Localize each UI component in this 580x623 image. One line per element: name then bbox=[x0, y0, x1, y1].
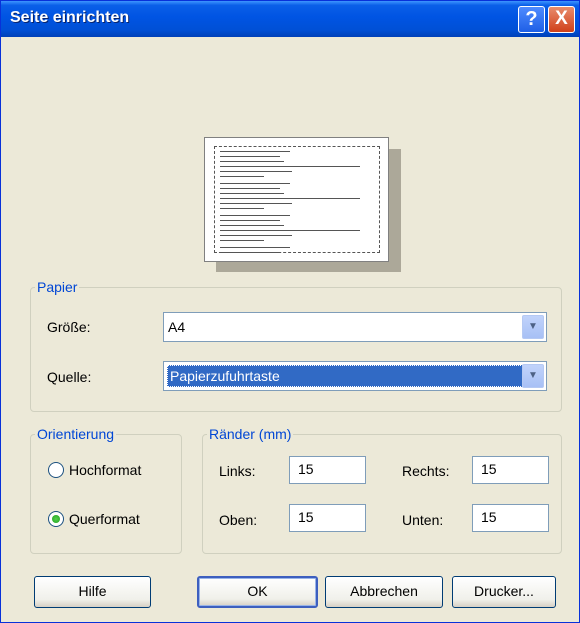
rechts-label: Rechts: bbox=[402, 463, 450, 479]
help-icon: ? bbox=[525, 8, 538, 30]
close-icon: X bbox=[555, 8, 568, 29]
links-label: Links: bbox=[219, 463, 256, 479]
unten-input[interactable]: 15 bbox=[472, 504, 549, 532]
links-input[interactable]: 15 bbox=[289, 456, 366, 484]
oben-label: Oben: bbox=[219, 512, 258, 528]
chevron-down-icon[interactable]: ▼ bbox=[522, 364, 544, 388]
page-preview-margin bbox=[214, 146, 380, 253]
help-button[interactable]: ? bbox=[518, 6, 545, 33]
window-title: Seite einrichten bbox=[10, 9, 130, 26]
oben-input[interactable]: 15 bbox=[289, 504, 366, 532]
papier-group: Papier bbox=[30, 279, 562, 412]
groesse-select[interactable]: A4 ▼ bbox=[163, 312, 547, 342]
quelle-label: Quelle: bbox=[47, 369, 92, 385]
page-setup-dialog: Seite einrichten ? X Papier Größe: A4 ▼ … bbox=[0, 0, 580, 623]
orientierung-legend: Orientierung bbox=[37, 426, 115, 442]
quelle-value: Papierzufuhrtaste bbox=[167, 365, 543, 387]
page-preview bbox=[1, 37, 579, 272]
abbrechen-button[interactable]: Abbrechen bbox=[325, 576, 443, 608]
raender-legend: Ränder (mm) bbox=[209, 426, 292, 442]
drucker-button[interactable]: Drucker... bbox=[452, 576, 556, 608]
chevron-down-icon[interactable]: ▼ bbox=[522, 315, 544, 339]
rechts-input[interactable]: 15 bbox=[472, 456, 549, 484]
quelle-select[interactable]: Papierzufuhrtaste ▼ bbox=[163, 361, 547, 391]
groesse-label: Größe: bbox=[47, 319, 91, 335]
querformat-label: Querformat bbox=[69, 511, 140, 527]
page-preview-sheet bbox=[204, 137, 389, 262]
raender-group: Ränder (mm) bbox=[202, 426, 562, 554]
hilfe-button[interactable]: Hilfe bbox=[34, 576, 151, 608]
papier-legend: Papier bbox=[37, 279, 78, 295]
hochformat-radio[interactable] bbox=[48, 462, 64, 478]
hochformat-radio-row[interactable]: Hochformat bbox=[48, 462, 141, 478]
querformat-radio[interactable] bbox=[48, 511, 64, 527]
title-bar[interactable]: Seite einrichten ? X bbox=[1, 1, 579, 37]
unten-label: Unten: bbox=[402, 512, 444, 528]
querformat-radio-row[interactable]: Querformat bbox=[48, 511, 140, 527]
orientierung-group: Orientierung bbox=[30, 426, 182, 554]
hochformat-label: Hochformat bbox=[69, 462, 142, 478]
close-button[interactable]: X bbox=[548, 6, 575, 33]
groesse-value: A4 bbox=[168, 319, 186, 335]
ok-button[interactable]: OK bbox=[197, 576, 318, 608]
